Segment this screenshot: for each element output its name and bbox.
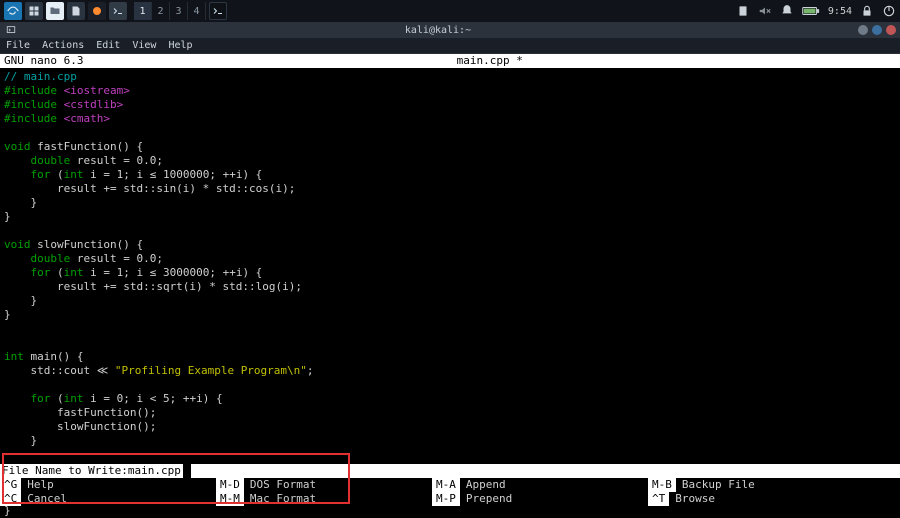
code-line: void slowFunction() {: [4, 238, 896, 252]
terminal-launcher-icon[interactable]: [109, 2, 127, 20]
code-line: // main.cpp: [4, 70, 896, 84]
nano-shortcut-label: Cancel: [27, 492, 67, 506]
window-app-icon: [4, 23, 18, 37]
code-line: result += std::sqrt(i) * std::log(i);: [4, 280, 896, 294]
code-line: for (int i = 0; i < 5; ++i) {: [4, 392, 896, 406]
workspace-switcher[interactable]: 1 2 3 4: [134, 2, 206, 20]
app-menu-icon[interactable]: [4, 2, 22, 20]
nano-shortcut-label: DOS Format: [250, 478, 316, 492]
code-line: }: [4, 294, 896, 308]
nano-prompt-cursor: [183, 464, 192, 478]
nano-shortcut[interactable]: ^T Browse: [648, 492, 900, 506]
nano-shortcut-key: M-B: [648, 478, 676, 492]
code-line: result += std::sin(i) * std::cos(i);: [4, 182, 896, 196]
tray-power-icon[interactable]: [882, 4, 896, 18]
code-line: }: [4, 504, 896, 518]
code-line: }: [4, 434, 896, 448]
tray-lock-icon[interactable]: [860, 4, 874, 18]
window-list-icon[interactable]: [25, 2, 43, 20]
code-line: int main() {: [4, 350, 896, 364]
code-line: [4, 378, 896, 392]
code-line: [4, 224, 896, 238]
code-line: double result = 0.0;: [4, 252, 896, 266]
nano-shortcut[interactable]: M-B Backup File: [648, 478, 900, 492]
code-line: #include <cstdlib>: [4, 98, 896, 112]
window-close-button[interactable]: [886, 25, 896, 35]
tray-notification-bell-icon[interactable]: [780, 4, 794, 18]
nano-shortcut-key: M-D: [216, 478, 244, 492]
code-line: }: [4, 210, 896, 224]
menubar-view[interactable]: View: [132, 40, 156, 51]
menubar-actions[interactable]: Actions: [42, 40, 84, 51]
code-line: [4, 336, 896, 350]
code-line: }: [4, 308, 896, 322]
nano-buffer-name: main.cpp *: [83, 54, 896, 68]
terminal-viewport[interactable]: GNU nano 6.3 main.cpp * // main.cpp#incl…: [0, 54, 900, 506]
code-line: #include <cmath>: [4, 112, 896, 126]
terminal-window-titlebar[interactable]: kali@kali:~: [0, 22, 900, 38]
nano-shortcut[interactable]: M-P Prepend: [432, 492, 648, 506]
file-manager-icon[interactable]: [46, 2, 64, 20]
window-minimize-button[interactable]: [858, 25, 868, 35]
code-line: [4, 448, 896, 462]
code-line: void fastFunction() {: [4, 140, 896, 154]
nano-shortcut[interactable]: ^G Help: [0, 478, 216, 492]
firefox-icon[interactable]: [88, 2, 106, 20]
window-title: kali@kali:~: [18, 25, 858, 36]
nano-shortcut-key: ^T: [648, 492, 669, 506]
workspace-2[interactable]: 2: [152, 2, 170, 20]
code-line: [4, 322, 896, 336]
code-line: slowFunction();: [4, 420, 896, 434]
nano-shortcut-label: Help: [27, 478, 54, 492]
tray-volume-muted-icon[interactable]: [758, 4, 772, 18]
workspace-1[interactable]: 1: [134, 2, 152, 20]
code-line: double result = 0.0;: [4, 154, 896, 168]
nano-shortcut[interactable]: ^C Cancel: [0, 492, 216, 506]
nano-shortcut-label: Append: [466, 478, 506, 492]
workspace-3[interactable]: 3: [170, 2, 188, 20]
nano-shortcut-label: Browse: [675, 492, 715, 506]
nano-version: GNU nano 6.3: [4, 54, 83, 68]
text-editor-icon[interactable]: [67, 2, 85, 20]
desktop-taskbar: 1 2 3 4 9:54: [0, 0, 900, 22]
taskbar-running-terminal-icon[interactable]: [209, 2, 227, 20]
code-line: }: [4, 196, 896, 210]
nano-shortcut-label: Backup File: [682, 478, 755, 492]
code-line: #include <iostream>: [4, 84, 896, 98]
terminal-menubar: File Actions Edit View Help: [0, 38, 900, 54]
tray-usb-icon[interactable]: [736, 4, 750, 18]
nano-prompt-label: File Name to Write:: [2, 464, 128, 478]
menubar-edit[interactable]: Edit: [96, 40, 120, 51]
nano-shortcut-key: M-M: [216, 492, 244, 506]
nano-prompt-value[interactable]: main.cpp: [128, 464, 181, 478]
nano-shortcut[interactable]: M-D DOS Format: [216, 478, 432, 492]
nano-shortcut-label: Mac Format: [250, 492, 316, 506]
nano-shortcut-label: Prepend: [466, 492, 512, 506]
workspace-4[interactable]: 4: [188, 2, 206, 20]
nano-shortcut-key: M-P: [432, 492, 460, 506]
nano-titlebar: GNU nano 6.3 main.cpp *: [0, 54, 900, 68]
code-line: for (int i = 1; i ≤ 3000000; ++i) {: [4, 266, 896, 280]
nano-shortcut[interactable]: M-M Mac Format: [216, 492, 432, 506]
menubar-help[interactable]: Help: [168, 40, 192, 51]
nano-shortcut[interactable]: M-A Append: [432, 478, 648, 492]
tray-clock[interactable]: 9:54: [828, 6, 852, 17]
code-line: std::cout ≪ "Profiling Example Program\n…: [4, 364, 896, 378]
code-line: [4, 126, 896, 140]
code-line: fastFunction();: [4, 406, 896, 420]
code-line: for (int i = 1; i ≤ 1000000; ++i) {: [4, 168, 896, 182]
nano-shortcut-key: ^G: [0, 478, 21, 492]
menubar-file[interactable]: File: [6, 40, 30, 51]
tray-battery[interactable]: [802, 5, 820, 17]
nano-shortcut-bar: ^G Help ^C Cancel M-D DOS Format M-M Mac Format…: [0, 478, 900, 506]
nano-shortcut-key: ^C: [0, 492, 21, 506]
window-maximize-button[interactable]: [872, 25, 882, 35]
nano-editor-content[interactable]: // main.cpp#include <iostream>#include <…: [0, 68, 900, 518]
nano-shortcut-key: M-A: [432, 478, 460, 492]
nano-filename-prompt[interactable]: File Name to Write: main.cpp: [0, 464, 900, 478]
